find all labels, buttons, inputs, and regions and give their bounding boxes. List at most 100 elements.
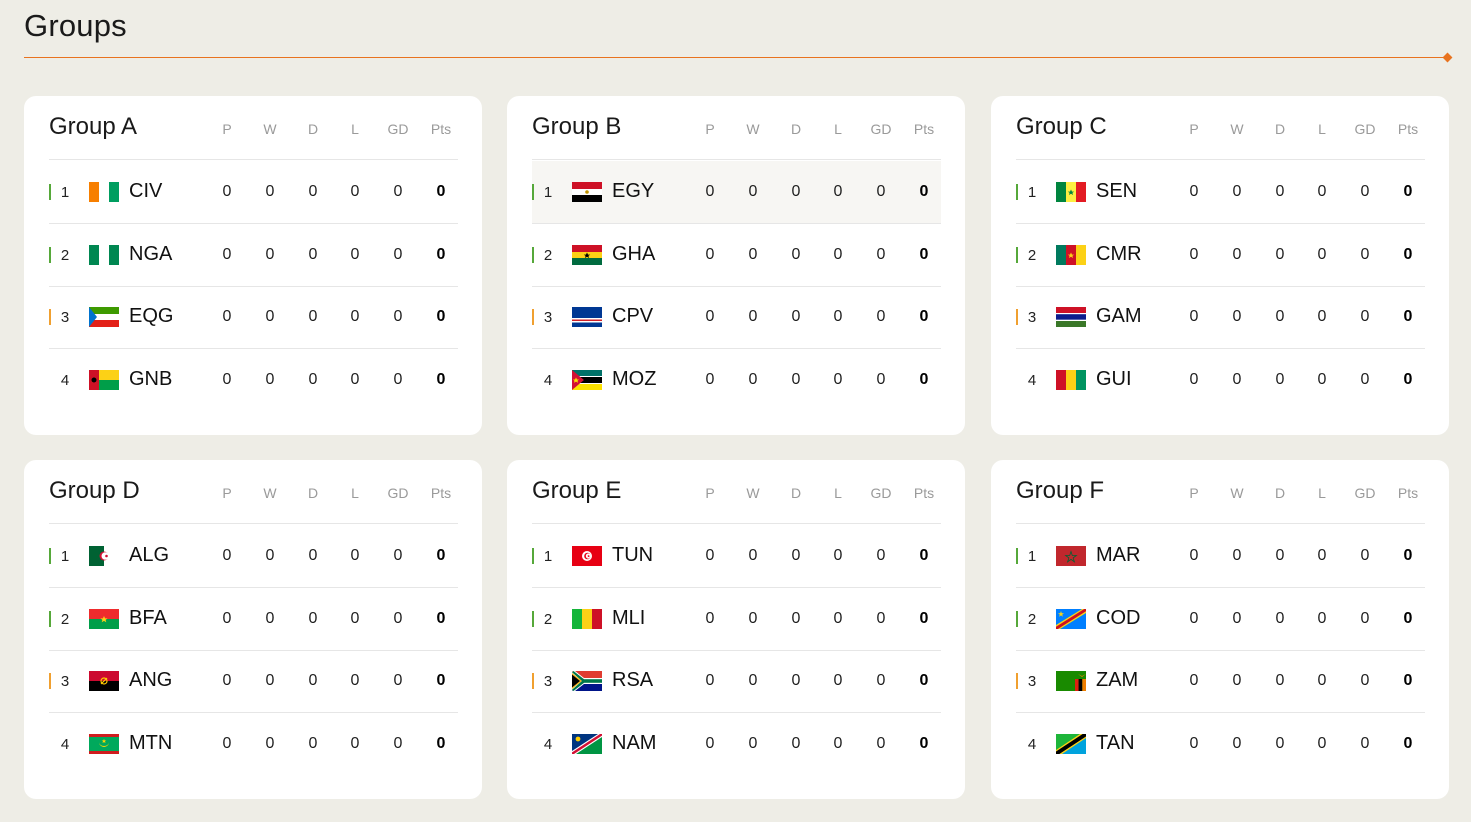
column-header-lost: L [834, 121, 842, 137]
table-row[interactable]: 1 TUN 0 0 0 0 0 0 [532, 525, 941, 588]
column-header-points: Pts [913, 485, 935, 501]
team-code[interactable]: GAM [1096, 305, 1142, 328]
group-card-d: Group D P W D L GD Pts 1 ALG 0 0 0 0 0 0 2 BFA 0 0 0 0 0 0 3 ANG… [24, 460, 482, 799]
stat-won: 0 [265, 609, 275, 627]
table-row[interactable]: 4 MOZ 0 0 0 0 0 0 [532, 349, 941, 412]
table-row[interactable]: 2 MLI 0 0 0 0 0 0 [532, 588, 941, 651]
table-row[interactable]: 2 GHA 0 0 0 0 0 0 [532, 224, 941, 287]
team-code[interactable]: TUN [612, 544, 653, 567]
column-header-goal-diff: GD [387, 485, 409, 501]
team-code[interactable]: NGA [129, 243, 172, 266]
table-row[interactable]: 1 ALG 0 0 0 0 0 0 [49, 525, 458, 588]
team-code[interactable]: MLI [612, 607, 645, 630]
table-row[interactable]: 2 COD 0 0 0 0 0 0 [1016, 588, 1425, 651]
stat-won: 0 [748, 370, 758, 388]
table-row[interactable]: 4 TAN 0 0 0 0 0 0 [1016, 713, 1425, 776]
table-row[interactable]: 1 SEN 0 0 0 0 0 0 [1016, 161, 1425, 224]
team-code[interactable]: ALG [129, 544, 169, 567]
column-header-drawn: D [790, 121, 802, 137]
team-code[interactable]: EQG [129, 305, 173, 328]
table-row[interactable]: 4 GNB 0 0 0 0 0 0 [49, 349, 458, 412]
position: 1 [543, 184, 553, 201]
table-row[interactable]: 1 MAR 0 0 0 0 0 0 [1016, 525, 1425, 588]
team-code[interactable]: CPV [612, 305, 653, 328]
team-code[interactable]: NAM [612, 732, 656, 755]
position: 4 [543, 371, 553, 389]
table-row[interactable]: 2 BFA 0 0 0 0 0 0 [49, 588, 458, 651]
table-row[interactable]: 3 GAM 0 0 0 0 0 0 [1016, 286, 1425, 349]
group-header: Group A P W D L GD Pts [49, 96, 458, 160]
column-header-drawn: D [790, 485, 802, 501]
column-header-drawn: D [1274, 485, 1286, 501]
stat-drawn: 0 [1275, 609, 1285, 627]
table-row[interactable]: 3 ANG 0 0 0 0 0 0 [49, 650, 458, 713]
team-code[interactable]: GHA [612, 243, 655, 266]
stat-goal-diff: 0 [876, 672, 886, 689]
qualification-marker [1016, 309, 1018, 325]
team-code[interactable]: CIV [129, 180, 162, 203]
page-title: Groups [24, 8, 127, 43]
team-code[interactable]: ZAM [1096, 669, 1138, 692]
qualification-marker [49, 673, 51, 689]
position: 3 [1027, 673, 1037, 690]
team-code[interactable]: GNB [129, 368, 172, 391]
qualification-marker [49, 548, 51, 564]
column-header-goal-diff: GD [870, 121, 892, 137]
stat-played: 0 [222, 672, 232, 689]
stat-drawn: 0 [1275, 245, 1285, 263]
team-code[interactable]: MOZ [612, 368, 656, 391]
qualification-marker [1016, 610, 1018, 627]
stat-points: 0 [919, 308, 929, 325]
team-code[interactable]: CMR [1096, 243, 1142, 266]
table-row[interactable]: 4 NAM 0 0 0 0 0 0 [532, 713, 941, 776]
position: 3 [1027, 309, 1037, 326]
stat-played: 0 [1189, 734, 1199, 752]
stat-goal-diff: 0 [393, 609, 403, 627]
stat-won: 0 [1232, 609, 1242, 627]
table-row[interactable]: 4 MTN 0 0 0 0 0 0 [49, 713, 458, 776]
flag-bfa-icon [89, 608, 119, 629]
team-code[interactable]: RSA [612, 669, 653, 692]
stat-goal-diff: 0 [876, 183, 886, 200]
position: 3 [60, 309, 70, 326]
stat-played: 0 [222, 734, 232, 752]
team-code[interactable]: ANG [129, 669, 172, 692]
qualification-marker [49, 309, 51, 325]
team-code[interactable]: MAR [1096, 544, 1140, 567]
table-row[interactable]: 3 ZAM 0 0 0 0 0 0 [1016, 650, 1425, 713]
stat-won: 0 [748, 308, 758, 325]
stat-drawn: 0 [1275, 370, 1285, 388]
qualification-marker [49, 610, 51, 627]
stat-played: 0 [705, 547, 715, 564]
stat-points: 0 [1403, 183, 1413, 200]
table-row[interactable]: 2 CMR 0 0 0 0 0 0 [1016, 224, 1425, 287]
table-row[interactable]: 3 CPV 0 0 0 0 0 0 [532, 286, 941, 349]
team-code[interactable]: COD [1096, 607, 1140, 630]
team-code[interactable]: MTN [129, 732, 172, 755]
flag-mtn-icon [89, 733, 119, 754]
stat-goal-diff: 0 [1360, 370, 1370, 388]
stat-drawn: 0 [308, 547, 318, 564]
flag-alg-icon [89, 546, 119, 566]
table-row[interactable]: 1 CIV 0 0 0 0 0 0 [49, 161, 458, 224]
table-row[interactable]: 4 GUI 0 0 0 0 0 0 [1016, 349, 1425, 412]
stat-goal-diff: 0 [393, 547, 403, 564]
table-row[interactable]: 3 RSA 0 0 0 0 0 0 [532, 650, 941, 713]
table-row[interactable]: 3 EQG 0 0 0 0 0 0 [49, 286, 458, 349]
stat-drawn: 0 [308, 245, 318, 263]
team-code[interactable]: SEN [1096, 180, 1137, 203]
stat-lost: 0 [350, 609, 360, 627]
column-header-lost: L [351, 121, 359, 137]
stat-goal-diff: 0 [1360, 672, 1370, 689]
table-row[interactable]: 1 EGY 0 0 0 0 0 0 [532, 161, 941, 224]
position: 4 [60, 735, 70, 753]
table-row[interactable]: 2 NGA 0 0 0 0 0 0 [49, 224, 458, 287]
column-header-won: W [1230, 485, 1244, 501]
stat-drawn: 0 [308, 609, 318, 627]
team-code[interactable]: TAN [1096, 732, 1135, 755]
team-code[interactable]: BFA [129, 607, 167, 630]
team-code[interactable]: EGY [612, 180, 654, 203]
flag-sen-icon [1056, 182, 1086, 202]
team-code[interactable]: GUI [1096, 368, 1132, 391]
position: 1 [60, 548, 70, 565]
